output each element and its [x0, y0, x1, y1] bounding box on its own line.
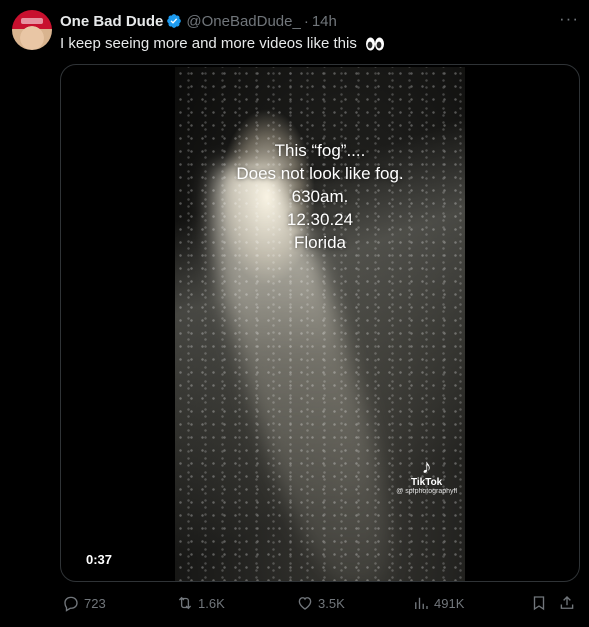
tweet-header: One Bad Dude @OneBadDude_ · 14h — [60, 11, 579, 31]
more-horizontal-icon[interactable]: ··· — [559, 9, 579, 29]
repost-count: 1.6K — [198, 595, 225, 611]
share-icon — [560, 596, 574, 609]
views-button[interactable]: 491K — [412, 594, 464, 612]
heart-icon — [298, 597, 312, 610]
tweet-text: I keep seeing more and more videos like … — [60, 34, 385, 54]
repost-button[interactable]: 1.6K — [176, 594, 225, 612]
separator-dot: · — [303, 12, 309, 30]
action-bar: 723 1.6K 3.5K 491K — [60, 594, 579, 616]
reply-icon — [64, 596, 78, 612]
reply-button[interactable]: 723 — [62, 594, 106, 612]
video-duration: 0:37 — [83, 551, 116, 568]
like-button[interactable]: 3.5K — [296, 594, 345, 612]
tiktok-logo-icon: ♪ — [421, 456, 432, 478]
share-button[interactable] — [558, 594, 576, 612]
bookmark-icon — [533, 596, 545, 611]
caption-line: Does not look like fog. — [236, 164, 404, 183]
avatar[interactable] — [12, 10, 52, 50]
caption-line: This “fog”.... — [274, 141, 366, 160]
views-chart-icon — [415, 597, 428, 609]
video-frame[interactable]: This “fog”.... Does not look like fog. 6… — [175, 67, 465, 581]
repost-icon — [178, 596, 192, 610]
video-player[interactable]: This “fog”.... Does not look like fog. 6… — [60, 64, 580, 582]
tweet-body: I keep seeing more and more videos like … — [60, 35, 357, 52]
views-count: 491K — [434, 595, 465, 611]
eyes-emoji-icon — [366, 37, 384, 51]
caption-line: Florida — [294, 233, 346, 252]
tiktok-watermark: ♪ TikTok @ spfphotographyfl — [396, 457, 457, 495]
author-display-name[interactable]: One Bad Dude — [60, 13, 163, 30]
timestamp[interactable]: 14h — [312, 13, 337, 30]
reply-count: 723 — [84, 595, 106, 611]
caption-line: 12.30.24 — [286, 210, 354, 229]
verified-badge-icon — [167, 14, 182, 28]
bookmark-button[interactable] — [530, 594, 548, 612]
like-count: 3.5K — [318, 595, 345, 611]
tiktok-brand: TikTok — [410, 477, 443, 488]
tiktok-handle: @ spfphotographyfl — [396, 488, 457, 495]
author-handle[interactable]: @OneBadDude_ — [186, 13, 300, 30]
caption-line: 630am. — [291, 187, 349, 206]
video-caption-overlay: This “fog”.... Does not look like fog. 6… — [175, 139, 465, 254]
